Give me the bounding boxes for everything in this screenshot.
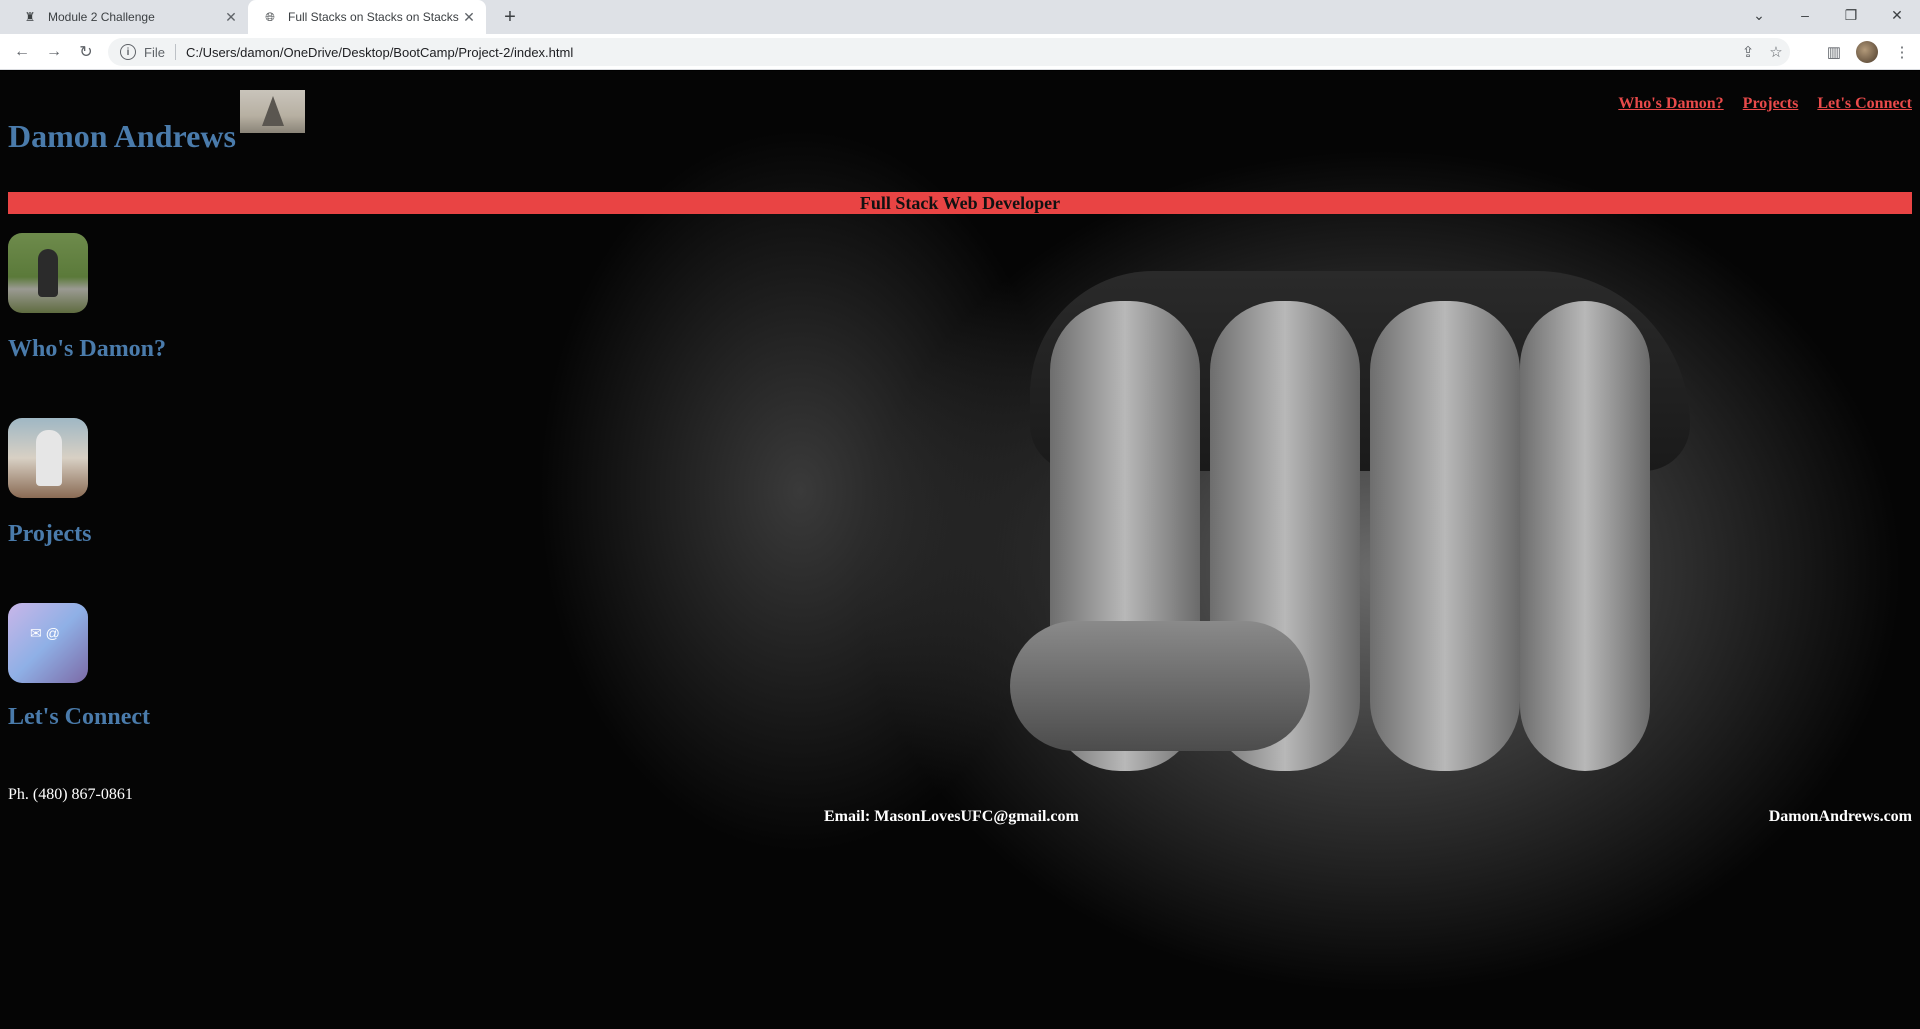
url-scheme: File — [144, 44, 165, 60]
tab-module-2-challenge[interactable]: ♜ Module 2 Challenge ✕ — [8, 0, 248, 34]
nav-link-lets-connect[interactable]: Let's Connect — [1817, 95, 1912, 113]
section-title-lets-connect: Let's Connect — [8, 704, 150, 730]
finger — [1520, 301, 1650, 771]
url-text[interactable]: C:/Users/damon/OneDrive/Desktop/BootCamp… — [186, 45, 1734, 60]
profile-photo — [8, 233, 88, 313]
tab-strip: ♜ Module 2 Challenge ✕ 🌐︎ Full Stacks on… — [0, 0, 1920, 34]
website-name: DamonAndrews.com — [1768, 808, 1912, 825]
bookmark-star-icon[interactable]: ☆ — [1762, 43, 1790, 61]
finger — [1370, 301, 1520, 771]
site-title: Damon Andrews — [8, 118, 236, 154]
side-panel-icon[interactable]: ▥ — [1820, 38, 1848, 66]
projects-photo — [8, 418, 88, 498]
top-navigation: Who's Damon? Projects Let's Connect — [1618, 95, 1912, 113]
tab-search-icon[interactable]: ⌄ — [1736, 0, 1782, 30]
site-info-icon[interactable]: i — [120, 44, 136, 60]
share-icon[interactable]: ⇪ — [1734, 43, 1762, 61]
phone-number: Ph. (480) 867-0861 — [8, 786, 133, 803]
globe-icon: 🌐︎ — [265, 9, 275, 24]
menu-icon[interactable]: ⋮ — [1888, 38, 1916, 66]
forward-button[interactable]: → — [40, 38, 68, 66]
back-button[interactable]: ← — [8, 38, 36, 66]
tab-title: Full Stacks on Stacks on Stacks — [288, 10, 459, 24]
restore-button[interactable]: ❐ — [1828, 0, 1874, 30]
address-bar[interactable]: i File C:/Users/damon/OneDrive/Desktop/B… — [108, 38, 1790, 66]
nav-link-whos-damon[interactable]: Who's Damon? — [1618, 95, 1723, 113]
tab-full-stacks[interactable]: 🌐︎ Full Stacks on Stacks on Stacks ✕ — [248, 0, 486, 34]
pyramid-logo — [240, 90, 305, 133]
divider — [174, 44, 176, 60]
title-banner: Full Stack Web Developer — [8, 192, 1912, 214]
reload-button[interactable]: ↻ — [72, 38, 100, 66]
close-tab-icon[interactable]: ✕ — [460, 8, 478, 26]
connect-photo — [8, 603, 88, 683]
close-window-button[interactable]: ✕ — [1874, 0, 1920, 30]
profile-avatar[interactable] — [1856, 41, 1878, 63]
page-background — [0, 71, 1920, 1029]
new-tab-button[interactable]: + — [496, 5, 524, 29]
browser-toolbar: ← → ↻ i File C:/Users/damon/OneDrive/Des… — [0, 34, 1920, 70]
close-tab-icon[interactable]: ✕ — [222, 8, 240, 26]
tab-title: Module 2 Challenge — [48, 10, 155, 24]
document-icon: ♜ — [24, 10, 36, 24]
thumb — [1010, 621, 1310, 751]
email-address: Email: MasonLovesUFC@gmail.com — [824, 808, 1079, 825]
section-title-projects: Projects — [8, 521, 92, 547]
minimize-button[interactable]: – — [1782, 0, 1828, 30]
section-title-whos-damon: Who's Damon? — [8, 336, 167, 362]
fist-background-image — [990, 241, 1750, 821]
nav-link-projects[interactable]: Projects — [1743, 95, 1799, 113]
